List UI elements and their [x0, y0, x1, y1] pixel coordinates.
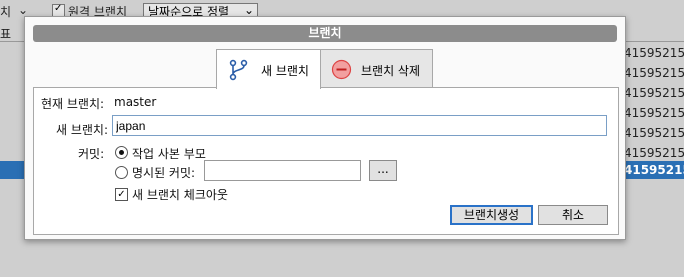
checkout-label: 새 브랜치 체크아웃 [132, 188, 228, 202]
background-hash: 41595215+ [624, 86, 684, 100]
new-branch-input[interactable] [112, 115, 607, 136]
background-hash: 41595215+ [624, 46, 684, 60]
create-branch-button[interactable]: 브랜치생성 [450, 205, 533, 225]
background-dropdown-arrow: ⌄ [18, 3, 29, 17]
background-hash: 41595215+ [624, 126, 684, 140]
commit-label: 커밋: [78, 147, 105, 161]
tab-delete-branch-label: 브랜치 삭제 [361, 64, 421, 78]
background-hash: 41595215+ [624, 106, 684, 120]
cancel-button[interactable]: 취소 [538, 205, 608, 225]
branch-icon [229, 59, 249, 84]
tab-new-branch[interactable]: 새 브랜치 [216, 49, 321, 89]
background-selected-hash: 41595215 [624, 163, 684, 177]
working-copy-parent-label: 작업 사본 부모 [132, 147, 206, 161]
browse-commit-button[interactable]: ... [369, 160, 397, 181]
new-branch-panel: 현재 브랜치: master 새 브랜치: 커밋: 작업 사본 부모 명시된 커… [33, 87, 619, 235]
specified-commit-label: 명시된 커밋: [132, 166, 196, 180]
delete-icon [331, 59, 352, 83]
background-branch-fragment: 치 [0, 5, 12, 19]
chevron-down-icon: ⌄ [243, 3, 254, 17]
dialog-title: 브랜치 [33, 25, 617, 42]
checkout-checkbox[interactable]: ✓ [115, 188, 128, 201]
current-branch-label: 현재 브랜치: [41, 97, 105, 111]
branch-dialog: 브랜치 새 브랜치 브랜치 삭제 현재 브랜치: master 새 브랜치: 커… [24, 16, 626, 240]
new-branch-label: 새 브랜치: [56, 123, 109, 137]
specified-commit-radio[interactable] [115, 166, 128, 179]
background-header-fragment: 표 [0, 27, 12, 41]
background-hash: 41595215+ [624, 146, 684, 160]
working-copy-parent-radio[interactable] [115, 146, 128, 159]
specified-commit-input[interactable] [204, 160, 361, 181]
current-branch-value: master [114, 95, 157, 109]
tab-new-branch-label: 새 브랜치 [261, 64, 309, 78]
background-hash: 41595215+ [624, 66, 684, 80]
tab-delete-branch[interactable]: 브랜치 삭제 [320, 49, 433, 88]
